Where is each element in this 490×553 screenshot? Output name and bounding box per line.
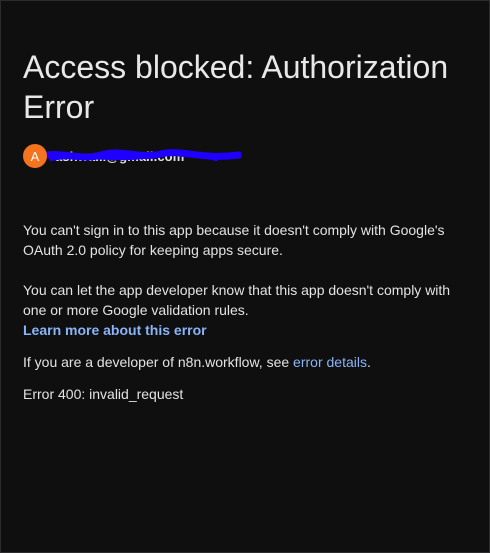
avatar: A (23, 144, 47, 168)
developer-prefix: If you are a developer of n8n.workflow, … (23, 354, 294, 370)
redaction-scribble (41, 149, 241, 161)
auth-error-page: Access blocked: Authorization Error A as… (0, 0, 490, 553)
error-code: Error 400: invalid_request (23, 386, 184, 402)
error-details-link[interactable]: error details (293, 354, 367, 370)
developer-notice: You can let the app developer know that … (23, 280, 473, 340)
developer-notice-text: You can let the app developer know that … (23, 282, 451, 318)
policy-message: You can't sign in to this app because it… (23, 222, 445, 258)
page-title: Access blocked: Authorization Error (23, 49, 449, 125)
learn-more-link[interactable]: Learn more about this error (23, 322, 207, 338)
developer-details: If you are a developer of n8n.workflow, … (23, 352, 473, 372)
developer-suffix: . (366, 354, 371, 370)
account-chip[interactable]: A ashwa...@gmail.com (23, 144, 241, 168)
account-email-wrap: ashwa...@gmail.com (41, 144, 241, 168)
